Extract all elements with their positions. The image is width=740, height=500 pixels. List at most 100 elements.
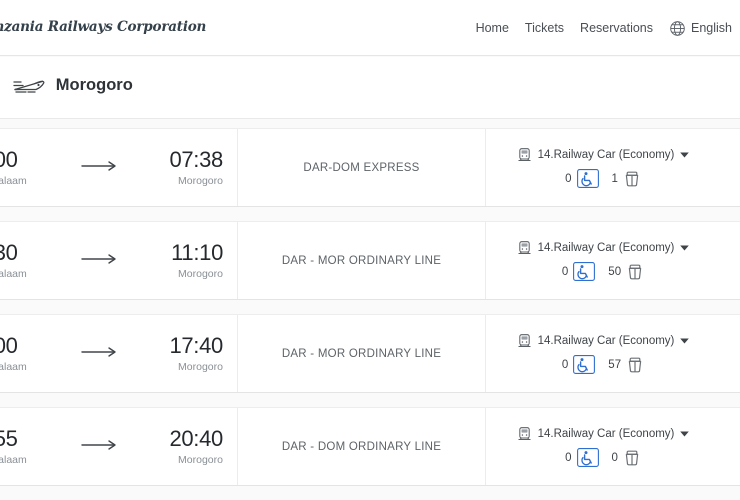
- arrival-station: Morogoro: [178, 360, 223, 373]
- railway-car-selector[interactable]: 14.Railway Car (Economy): [517, 426, 690, 441]
- seat-availability: 0 57: [562, 355, 644, 374]
- regular-seat-count: 50: [608, 265, 622, 278]
- accessible-seat-availability[interactable]: 0: [565, 448, 599, 467]
- availability-cell: 14.Railway Car (Economy) 0: [486, 222, 740, 299]
- regular-seat-availability[interactable]: 0: [612, 449, 641, 467]
- regular-seat-availability[interactable]: 50: [608, 263, 644, 281]
- railway-car-label: 14.Railway Car (Economy): [537, 427, 675, 440]
- regular-seat-count: 1: [611, 172, 618, 185]
- availability-cell: 14.Railway Car (Economy) 0: [486, 129, 740, 206]
- train-name: DAR - MOR ORDINARY LINE: [281, 254, 442, 267]
- site-logo-text: anzania Railways Corporation: [0, 19, 207, 35]
- railway-car-selector[interactable]: 14.Railway Car (Economy): [517, 147, 690, 162]
- departure-station: Es Salaam: [0, 360, 27, 373]
- arrow-right-icon: [77, 345, 123, 363]
- globe-icon: [669, 20, 686, 37]
- regular-seat-count: 57: [608, 358, 622, 371]
- chevron-down-icon[interactable]: [680, 431, 690, 437]
- train-name: DAR-DOM EXPRESS: [303, 161, 420, 174]
- nav-reservations[interactable]: Reservations: [580, 21, 653, 35]
- train-result-row-0[interactable]: 6:00 Es Salaam 07:38 Morogoro DAR-DOM EX…: [0, 128, 740, 207]
- availability-cell: 14.Railway Car (Economy) 0: [486, 315, 740, 392]
- destination-station: Morogoro: [55, 75, 133, 94]
- accessible-seat-count: 0: [565, 172, 572, 185]
- departure-time: 6:00: [0, 147, 18, 173]
- railway-car-selector[interactable]: 14.Railway Car (Economy): [517, 240, 690, 255]
- seat-availability: 0 50: [562, 262, 644, 281]
- language-label: English: [691, 21, 732, 35]
- seat-availability: 0 1: [565, 169, 641, 188]
- arrival-time: 17:40: [169, 333, 223, 359]
- arrival-time: 20:40: [169, 426, 223, 452]
- accessible-seat-availability[interactable]: 0: [561, 262, 596, 281]
- arrival-block: 07:38 Morogoro: [123, 148, 223, 187]
- arrow-right-icon: [77, 252, 123, 270]
- schedule-cell: 6:00 Es Salaam 17:40 Morogoro: [0, 315, 238, 392]
- accessible-seat-count: 0: [561, 265, 569, 278]
- chevron-down-icon[interactable]: [680, 152, 690, 158]
- railway-car-selector[interactable]: 14.Railway Car (Economy): [517, 333, 690, 348]
- arrival-station: Morogoro: [178, 453, 223, 466]
- train-name: DAR - DOM ORDINARY LINE: [281, 440, 442, 453]
- train-name-cell: DAR - MOR ORDINARY LINE: [238, 222, 486, 299]
- railway-car-icon: [517, 426, 532, 441]
- departure-time: 8:55: [0, 426, 18, 452]
- arrival-station: Morogoro: [178, 267, 223, 280]
- railway-car-label: 14.Railway Car (Economy): [537, 241, 675, 254]
- accessible-seat-count: 0: [565, 451, 572, 464]
- departure-station: Es Salaam: [0, 267, 27, 280]
- arrival-block: 11:10 Morogoro: [123, 241, 223, 280]
- railway-car-label: 14.Railway Car (Economy): [537, 334, 675, 347]
- arrival-time: 11:10: [171, 240, 223, 266]
- accessible-seat-count: 0: [561, 358, 569, 371]
- arrow-right-icon: [77, 438, 123, 456]
- seat-availability: 0 0: [565, 448, 641, 467]
- regular-seat-availability[interactable]: 57: [608, 356, 644, 374]
- wheelchair-icon: [573, 262, 596, 281]
- availability-cell: 14.Railway Car (Economy) 0: [486, 408, 740, 485]
- schedule-cell: 6:00 Es Salaam 07:38 Morogoro: [0, 129, 238, 206]
- train-icon: [11, 75, 45, 95]
- railway-car-icon: [517, 147, 532, 162]
- regular-seat-count: 0: [611, 451, 618, 464]
- departure-time: 6:00: [0, 333, 18, 359]
- departure-station: Es Salaam: [0, 174, 27, 187]
- departure-station: Es Salaam: [0, 453, 27, 466]
- arrival-block: 20:40 Morogoro: [123, 427, 223, 466]
- chevron-down-icon[interactable]: [680, 245, 690, 251]
- nav-links: Home Tickets Reservations English: [476, 0, 732, 56]
- accessible-seat-availability[interactable]: 0: [565, 169, 599, 188]
- train-result-row-1[interactable]: 9:30 Es Salaam 11:10 Morogoro DAR - MOR …: [0, 221, 740, 300]
- departure-time: 9:30: [0, 240, 18, 266]
- regular-seat-availability[interactable]: 1: [612, 170, 641, 188]
- train-result-row-3[interactable]: 8:55 Es Salaam 20:40 Morogoro DAR - DOM …: [0, 407, 740, 486]
- wheelchair-icon: [576, 448, 599, 467]
- chevron-down-icon[interactable]: [680, 338, 690, 344]
- arrival-time: 07:38: [169, 147, 223, 173]
- train-result-row-2[interactable]: 6:00 Es Salaam 17:40 Morogoro DAR - MOR …: [0, 314, 740, 393]
- seat-icon: [623, 170, 641, 188]
- arrow-right-icon: [77, 159, 123, 177]
- arrival-block: 17:40 Morogoro: [123, 334, 223, 373]
- seat-icon: [626, 263, 644, 281]
- arrival-station: Morogoro: [178, 174, 223, 187]
- train-name-cell: DAR - MOR ORDINARY LINE: [238, 315, 486, 392]
- train-name-cell: DAR - DOM ORDINARY LINE: [238, 408, 486, 485]
- seat-icon: [623, 449, 641, 467]
- railway-car-label: 14.Railway Car (Economy): [537, 148, 675, 161]
- train-name: DAR - MOR ORDINARY LINE: [281, 347, 442, 360]
- language-selector[interactable]: English: [669, 20, 732, 37]
- departure-block: 9:30 Es Salaam: [0, 241, 76, 280]
- accessible-seat-availability[interactable]: 0: [561, 355, 596, 374]
- schedule-cell: 8:55 Es Salaam 20:40 Morogoro: [0, 408, 238, 485]
- departure-block: 8:55 Es Salaam: [0, 427, 76, 466]
- page-root: anzania Railways Corporation Home Ticket…: [0, 0, 740, 500]
- nav-home[interactable]: Home: [476, 21, 509, 35]
- search-results-list: 6:00 Es Salaam 07:38 Morogoro DAR-DOM EX…: [0, 128, 740, 500]
- departure-block: 6:00 Es Salaam: [0, 334, 76, 373]
- train-name-cell: DAR-DOM EXPRESS: [238, 129, 486, 206]
- nav-tickets[interactable]: Tickets: [525, 21, 564, 35]
- schedule-cell: 9:30 Es Salaam 11:10 Morogoro: [0, 222, 238, 299]
- departure-block: 6:00 Es Salaam: [0, 148, 76, 187]
- route-summary[interactable]: Salaam Morogoro: [0, 75, 133, 95]
